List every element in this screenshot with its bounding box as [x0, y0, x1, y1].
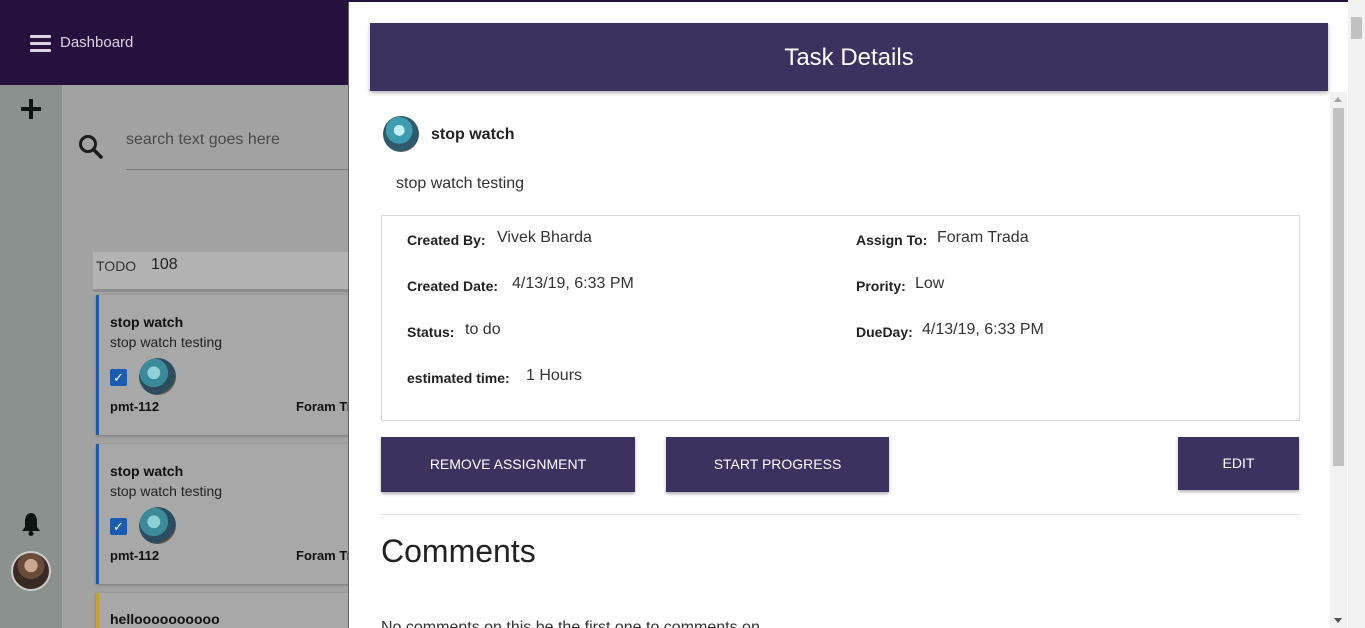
task-details-box: Created By: Vivek Bharda Assign To: Fora…	[381, 215, 1300, 421]
todo-column-header: TODO 108	[93, 252, 362, 292]
checkbox-icon[interactable]: ✓	[110, 369, 127, 386]
priority-label: Prority:	[856, 278, 906, 294]
plus-icon[interactable]	[19, 97, 43, 121]
assign-to-value: Foram Trada	[937, 229, 1029, 246]
created-date-label: Created Date:	[407, 278, 499, 294]
panel-header: Task Details	[370, 23, 1328, 91]
start-progress-button[interactable]: START PROGRESS	[666, 437, 889, 492]
card-description: stop watch testing	[110, 334, 223, 350]
task-card[interactable]: stop watch stop watch testing ✓ pmt-112 …	[96, 444, 366, 584]
estimated-time-value: 1 Hours	[526, 367, 583, 384]
scroll-thumb[interactable]	[1333, 108, 1344, 466]
column-label: TODO	[96, 258, 137, 274]
panel-scrollbar[interactable]	[1330, 92, 1347, 628]
task-card[interactable]: stop watch stop watch testing ✓ pmt-112 …	[96, 295, 366, 435]
left-rail	[0, 85, 62, 628]
estimated-time-label: estimated time:	[407, 370, 510, 386]
app-title: Dashboard	[60, 34, 134, 51]
task-description: stop watch testing	[396, 175, 525, 192]
created-by-value: Vivek Bharda	[497, 229, 592, 246]
card-title: stop watch	[110, 463, 184, 479]
card-id: pmt-112	[110, 548, 160, 563]
card-title: stop watch	[110, 314, 184, 330]
search-underline	[126, 169, 362, 170]
task-name: stop watch	[431, 126, 515, 143]
created-by-label: Created By:	[407, 232, 486, 248]
due-day-label: DueDay:	[856, 324, 913, 340]
comments-heading: Comments	[381, 533, 536, 569]
card-description: stop watch testing	[110, 483, 223, 499]
task-avatar	[383, 116, 419, 152]
column-count: 108	[151, 256, 178, 273]
task-details-panel: Task Details stop watch stop watch testi…	[348, 2, 1365, 628]
scroll-up-icon[interactable]	[1334, 97, 1342, 102]
task-card[interactable]: helloooooooooo	[96, 593, 366, 628]
priority-value: Low	[915, 275, 945, 292]
scroll-down-icon[interactable]	[1334, 618, 1342, 623]
search-input[interactable]: search text goes here	[126, 131, 280, 149]
status-value: to do	[465, 321, 501, 338]
card-avatar	[139, 507, 176, 544]
edit-button[interactable]: EDIT	[1178, 437, 1299, 490]
bell-icon[interactable]	[21, 512, 41, 536]
card-assignee: Foram Tr	[296, 399, 352, 414]
card-assignee: Foram Tr	[296, 548, 352, 563]
card-title: helloooooooooo	[110, 611, 220, 627]
search-icon	[79, 135, 103, 159]
created-date-value: 4/13/19, 6:33 PM	[512, 275, 634, 292]
comments-empty-text: No comments on this be the first one to …	[381, 619, 760, 628]
user-avatar[interactable]	[11, 551, 51, 591]
menu-icon[interactable]	[30, 35, 51, 52]
status-label: Status:	[407, 324, 455, 340]
card-id: pmt-112	[110, 399, 160, 414]
page-scrollbar[interactable]	[1348, 0, 1365, 628]
due-day-value: 4/13/19, 6:33 PM	[922, 321, 1044, 338]
page-scroll-thumb[interactable]	[1351, 17, 1362, 39]
divider	[381, 514, 1300, 515]
remove-assignment-button[interactable]: REMOVE ASSIGNMENT	[381, 437, 635, 492]
panel-title: Task Details	[784, 44, 914, 71]
assign-to-label: Assign To:	[856, 232, 928, 248]
card-avatar	[139, 358, 176, 395]
checkbox-icon[interactable]: ✓	[110, 518, 127, 535]
